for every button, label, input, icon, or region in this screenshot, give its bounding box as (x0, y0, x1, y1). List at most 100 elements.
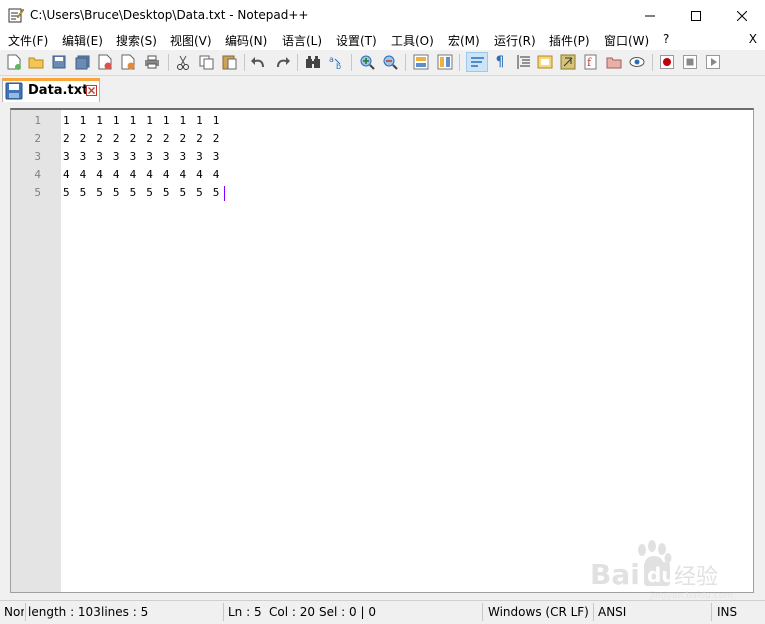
code-line[interactable]: 2 2 2 2 2 2 2 2 2 2 (63, 130, 221, 148)
function-list-icon[interactable] (559, 53, 577, 71)
menu-tools[interactable]: 工具(O) (391, 32, 434, 49)
menu-run[interactable]: 运行(R) (494, 32, 536, 49)
monitoring-icon[interactable] (628, 53, 646, 71)
code-line[interactable]: 3 3 3 3 3 3 3 3 3 3 (63, 148, 221, 166)
close-file-icon[interactable] (96, 53, 114, 71)
tab-bar: Data.txt (0, 76, 765, 102)
toolbar: ab ¶ f (0, 50, 765, 76)
folder-icon[interactable] (605, 53, 623, 71)
menu-macro[interactable]: 宏(M) (448, 32, 480, 49)
status-line-number: Ln : 5 (228, 605, 262, 619)
menu-settings[interactable]: 设置(T) (336, 32, 377, 49)
open-file-icon[interactable] (27, 53, 45, 71)
sync-vertical-icon[interactable] (412, 53, 430, 71)
record-macro-icon[interactable] (658, 53, 676, 71)
code-line[interactable]: 5 5 5 5 5 5 5 5 5 5 (63, 184, 221, 202)
editor-area[interactable]: 1 2 3 4 5 1 1 1 1 1 1 1 1 1 1 2 2 2 2 2 … (10, 108, 754, 593)
copy-icon[interactable] (197, 53, 215, 71)
line-number: 2 (34, 132, 41, 145)
save-all-icon[interactable] (73, 53, 91, 71)
menu-plugins[interactable]: 插件(P) (549, 32, 590, 49)
code-line[interactable]: 4 4 4 4 4 4 4 4 4 4 (63, 166, 221, 184)
undo-icon[interactable] (250, 53, 268, 71)
show-all-characters-icon[interactable]: ¶ (491, 53, 509, 71)
status-length: length : 103 (28, 605, 101, 619)
zoom-in-icon[interactable] (358, 53, 376, 71)
find-icon[interactable] (304, 53, 322, 71)
code-line[interactable]: 1 1 1 1 1 1 1 1 1 1 (63, 112, 221, 130)
status-separator (711, 603, 712, 621)
paste-icon[interactable] (220, 53, 238, 71)
toolbar-separator (459, 54, 460, 71)
line-number: 4 (34, 168, 41, 181)
replace-icon[interactable]: ab (328, 53, 346, 71)
menu-language[interactable]: 语言(L) (282, 32, 322, 49)
saved-document-icon (5, 82, 23, 103)
status-encoding[interactable]: ANSI (598, 605, 626, 619)
toolbar-separator (168, 54, 169, 71)
new-file-icon[interactable] (5, 53, 23, 71)
svg-text:经验: 经验 (674, 565, 718, 590)
line-number-gutter: 1 2 3 4 5 (11, 110, 61, 592)
line-number: 5 (34, 186, 41, 199)
folder-as-workspace-icon[interactable]: f (582, 53, 600, 71)
toolbar-separator (297, 54, 298, 71)
close-all-icon[interactable] (119, 53, 137, 71)
status-separator (25, 603, 26, 621)
toolbar-separator (351, 54, 352, 71)
text-caret (224, 186, 225, 201)
menu-edit[interactable]: 编辑(E) (62, 32, 103, 49)
maximize-icon (691, 10, 701, 21)
sync-horizontal-icon[interactable] (436, 53, 454, 71)
status-lines: lines : 5 (101, 605, 149, 619)
svg-text:Bai: Bai (590, 558, 640, 591)
document-map-icon[interactable] (536, 53, 554, 71)
word-wrap-icon[interactable] (466, 52, 488, 72)
status-file-type: Nor (4, 605, 24, 619)
status-bar: Nor length : 103 lines : 5 Ln : 5 Col : … (0, 600, 765, 624)
menu-bar: 文件(F) 编辑(E) 搜索(S) 视图(V) 编码(N) 语言(L) 设置(T… (0, 31, 765, 50)
notepad-plus-plus-icon (8, 7, 25, 23)
status-separator (593, 603, 594, 621)
status-column: Col : 20 (269, 605, 315, 619)
title-bar: C:\Users\Bruce\Desktop\Data.txt - Notepa… (0, 0, 765, 31)
window-title: C:\Users\Bruce\Desktop\Data.txt - Notepa… (30, 8, 309, 22)
status-selection: Sel : 0 | 0 (319, 605, 376, 619)
toolbar-separator (652, 54, 653, 71)
tab-label: Data.txt (28, 83, 89, 98)
menu-file[interactable]: 文件(F) (8, 32, 48, 49)
print-icon[interactable] (143, 53, 161, 71)
stop-macro-icon[interactable] (681, 53, 699, 71)
svg-text:a: a (329, 55, 334, 64)
menu-view[interactable]: 视图(V) (170, 32, 212, 49)
menu-window[interactable]: 窗口(W) (604, 32, 649, 49)
status-eol-format[interactable]: Windows (CR LF) (488, 605, 589, 619)
minimize-button[interactable] (627, 0, 673, 31)
status-insert-mode: INS (717, 605, 738, 619)
svg-text:jingyan.baidu.com: jingyan.baidu.com (649, 591, 733, 600)
close-document-button[interactable]: X (749, 32, 757, 46)
menu-encoding[interactable]: 编码(N) (225, 32, 267, 49)
play-macro-icon[interactable] (704, 53, 722, 71)
toolbar-separator (244, 54, 245, 71)
tab-data-txt[interactable]: Data.txt (2, 78, 100, 102)
zoom-out-icon[interactable] (381, 53, 399, 71)
indent-guide-icon[interactable] (514, 53, 532, 71)
menu-help[interactable]: ? (663, 32, 669, 46)
close-window-button[interactable] (719, 0, 765, 31)
line-number: 3 (34, 150, 41, 163)
line-number: 1 (34, 114, 41, 127)
tab-close-icon[interactable] (86, 85, 97, 96)
svg-text:du: du (647, 563, 676, 587)
close-icon (737, 10, 747, 21)
minimize-icon (645, 15, 655, 16)
cut-icon[interactable] (174, 53, 192, 71)
redo-icon[interactable] (273, 53, 291, 71)
status-separator (223, 603, 224, 621)
baidu-watermark-logo: Bai du 经验 jingyan.baidu.com (590, 540, 760, 601)
menu-search[interactable]: 搜索(S) (116, 32, 157, 49)
status-separator (482, 603, 483, 621)
toolbar-separator (405, 54, 406, 71)
save-icon[interactable] (50, 53, 68, 71)
maximize-button[interactable] (673, 0, 719, 31)
